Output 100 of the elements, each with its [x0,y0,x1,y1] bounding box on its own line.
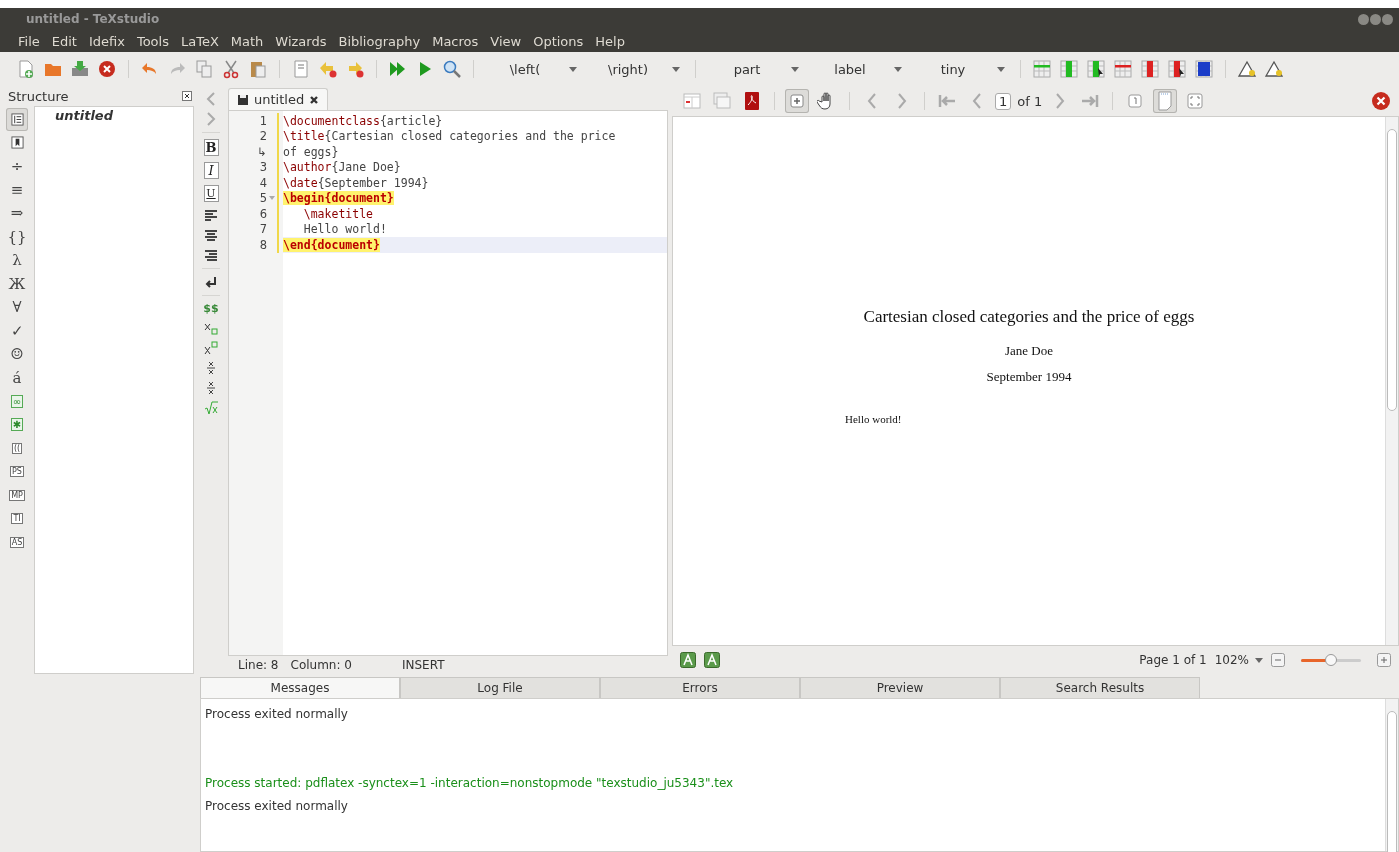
fraction-icon[interactable] [204,381,218,395]
chevron-left-icon[interactable] [206,92,216,106]
caret-icon [1255,657,1263,663]
message-tab[interactable]: Search Results [1000,677,1200,698]
viewer-button[interactable] [785,89,809,113]
fold-icon[interactable] [269,196,275,201]
symbol-tab[interactable]: ✓ [6,319,28,342]
menu-item[interactable]: Options [527,33,590,49]
symbol-tab[interactable] [6,108,28,131]
dropdown[interactable]: \right) [588,61,684,77]
symbol-tab[interactable]: Ж [6,272,28,295]
page-count: of 1 [1017,93,1043,109]
caret-icon [894,66,902,72]
symbol-tab[interactable]: á [6,366,28,389]
menu-item[interactable]: Wizards [269,33,333,49]
zoom-dropdown[interactable]: 102% [1214,653,1263,667]
symbol-tab[interactable]: (( [6,437,28,460]
triangle-icon[interactable] [1264,59,1284,79]
menu-item[interactable]: LaTeX [174,33,225,49]
message-tab[interactable]: Log File [400,677,600,698]
symbol-tab[interactable]: ÷ [6,155,28,178]
search-icon[interactable] [442,59,462,79]
math-button[interactable]: $$ [203,302,219,315]
zoom-out-icon[interactable] [1271,653,1285,667]
dropdown[interactable]: label [810,61,906,77]
close-icon[interactable] [182,91,192,101]
minimize-button[interactable] [1358,13,1369,25]
line-number: 2 [258,129,267,144]
code-line: of eggs} [283,144,339,159]
symbol-tab[interactable]: TI [6,507,28,530]
line-number: ↳ [256,144,267,159]
symbol-tab[interactable]: λ [6,249,28,272]
symbol-tab[interactable]: ⇒ [6,202,28,225]
bookmark-icon [10,136,24,150]
scissors-icon[interactable] [221,59,241,79]
close-icon[interactable] [1371,91,1391,111]
chevron-right-icon[interactable] [206,112,216,126]
zoom-in-icon[interactable] [1377,653,1391,667]
symbol-tab[interactable]: ≡ [6,178,28,201]
underline-button[interactable]: U [203,185,219,202]
table-icon[interactable] [1086,59,1106,79]
symbol-tab[interactable]: MP [6,484,28,507]
symbol-tab[interactable]: ∞ [6,390,28,413]
align-icon[interactable] [204,248,218,262]
message-tab[interactable]: Errors [600,677,800,698]
menu-item[interactable]: Math [224,33,270,49]
clipboard-icon[interactable] [248,59,268,79]
fraction-icon[interactable] [204,361,218,375]
dropdown[interactable]: part [707,61,803,77]
tree-item[interactable]: untitled [35,107,193,123]
maximize-button[interactable] [1370,13,1381,25]
symbol-tab[interactable]: ✱ [6,413,28,436]
menu-item[interactable]: Idefix [82,33,131,49]
menu-item[interactable]: File [12,33,46,49]
table-icon[interactable] [1194,59,1214,79]
copy-icon[interactable] [194,59,214,79]
page-field[interactable]: 1 [995,92,1012,110]
dropdown[interactable]: tiny [913,61,1009,77]
return-icon[interactable] [204,275,218,289]
dropdown[interactable]: \left( [485,61,581,77]
square-root-icon[interactable] [204,401,218,415]
symbol-tab[interactable]: ∀ [6,296,28,319]
code-line: \documentclass{article} [283,113,443,128]
code-editor[interactable]: 1 \documentclass{article} 2 \title{Cartesian closed categories and the price ↳ of eggs} 3 \author{Jane Doe} 4 \date{September 1994} 5 \begin{document} 6 \maketitle 7 Hello world! 8 \end{document} [228,110,668,656]
align-icon[interactable] [204,228,218,242]
close-button[interactable] [1382,13,1393,25]
scrollbar[interactable] [1385,699,1398,851]
menu-item[interactable]: Tools [130,33,175,49]
message-tab[interactable]: Preview [800,677,1000,698]
subscript-icon[interactable] [204,321,218,335]
line-number: 3 [258,160,267,175]
table-icon[interactable] [1167,59,1187,79]
slider-thumb[interactable] [1325,653,1337,666]
zoom-in-icon [787,91,807,111]
menu-item[interactable]: Macros [426,33,485,49]
message-tab[interactable]: Messages [200,677,400,698]
document-title: Cartesian closed categories and the price of eggs [862,307,1196,327]
triangle-icon[interactable] [1237,59,1257,79]
menu-item[interactable]: Help [589,33,631,49]
menu-item[interactable]: Bibliography [332,33,427,49]
menu-item[interactable]: Edit [45,33,83,49]
close-icon[interactable] [97,59,117,79]
menu-item[interactable]: View [484,33,528,49]
symbol-tab[interactable]: PS [6,460,28,483]
italic-button[interactable]: I [203,162,219,179]
editor-tab[interactable]: untitled [228,88,329,110]
symbol-tab[interactable]: AS [6,531,28,554]
symbol-tab[interactable]: {} [6,225,28,248]
align-icon[interactable] [204,208,218,222]
document-icon[interactable] [291,59,311,79]
superscript-icon[interactable] [204,341,218,355]
scrollbar[interactable] [1385,117,1398,645]
symbol-tab[interactable]: ☺ [6,343,28,366]
save-icon[interactable] [70,59,90,79]
new-document-icon[interactable] [16,59,36,79]
pdf-icon [742,91,762,111]
page-status: Page 1 of 1 [1139,653,1207,667]
bold-button[interactable]: B [203,139,219,156]
mode-status: INSERT [401,658,445,672]
close-icon[interactable] [309,94,320,105]
